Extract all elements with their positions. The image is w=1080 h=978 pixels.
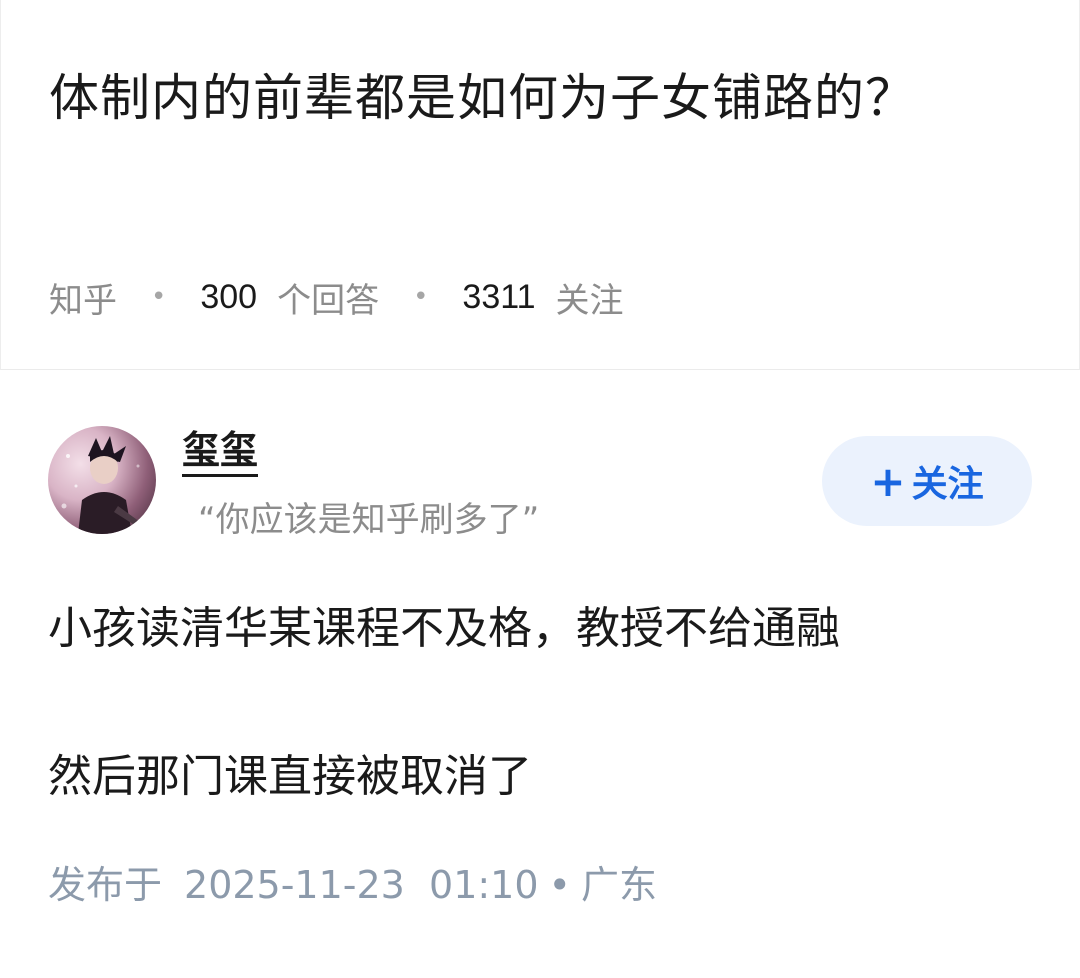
question-card: 体制内的前辈都是如何为子女铺路的？ 知乎 • 300 个回答 • 3311 关注 bbox=[0, 0, 1080, 370]
avatar[interactable] bbox=[48, 426, 156, 534]
source-label[interactable]: 知乎 bbox=[49, 273, 117, 322]
author-name[interactable]: 玺玺 bbox=[182, 428, 259, 477]
answer-count: 300 bbox=[200, 277, 258, 316]
location-label: 广东 bbox=[580, 863, 657, 907]
follow-button[interactable]: + 关注 bbox=[822, 436, 1032, 526]
answer-content-line: 然后那门课直接被取消了 bbox=[48, 751, 532, 802]
separator-dot: • bbox=[413, 282, 429, 312]
plus-icon: + bbox=[870, 456, 906, 506]
avatar-image bbox=[61, 436, 140, 534]
follower-label: 关注 bbox=[555, 280, 624, 321]
answer-count-label: 个回答 bbox=[277, 280, 380, 321]
separator-dot: • bbox=[151, 282, 167, 312]
answer-card: 玺玺 “你应该是知乎刷多了” + 关注 小孩读清华某课程不及格，教授不给通融 然… bbox=[0, 370, 1080, 978]
answer-content-line: 小孩读清华某课程不及格，教授不给通融 bbox=[48, 603, 840, 654]
answer-footer: 发布于 2025-11-23 01:10 • 广东 bbox=[48, 854, 657, 909]
author-bio: “你应该是知乎刷多了” bbox=[198, 500, 540, 540]
follow-button-label: 关注 bbox=[911, 464, 984, 505]
question-title[interactable]: 体制内的前辈都是如何为子女铺路的？ bbox=[49, 52, 979, 144]
separator-dot: • bbox=[548, 863, 571, 907]
follower-count: 3311 bbox=[462, 277, 536, 316]
published-time: 2025-11-23 01:10 bbox=[184, 863, 539, 907]
question-meta: 知乎 • 300 个回答 • 3311 关注 bbox=[49, 273, 624, 322]
published-label: 发布于 bbox=[48, 863, 163, 907]
